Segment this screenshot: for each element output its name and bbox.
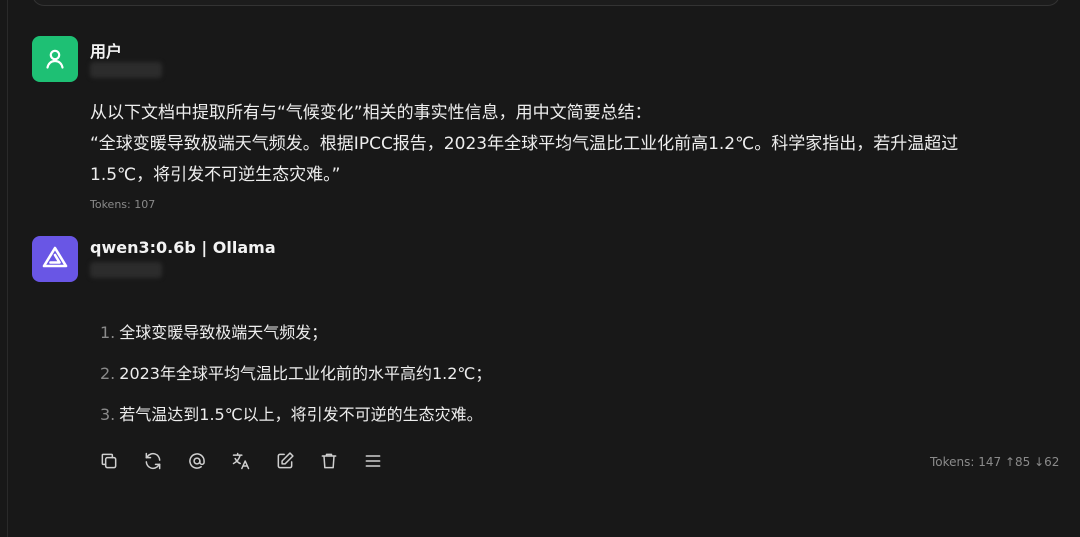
mention-icon (189, 453, 205, 469)
message-toolbar (96, 448, 386, 474)
list-item: 2. 2023年全球平均气温比工业化前的水平高约1.2℃； (100, 364, 492, 383)
menu-icon (365, 455, 381, 467)
user-icon (46, 49, 64, 69)
list-item: 1. 全球变暖导致极端天气频发； (100, 323, 328, 342)
assistant-name: qwen3:0.6b | Ollama (90, 238, 276, 257)
translate-icon (232, 452, 250, 470)
assistant-avatar (32, 236, 78, 282)
answer-list: 1. 全球变暖导致极端天气频发； 2. 2023年全球平均气温比工业化前的水平高约1… (100, 321, 491, 444)
qwen-logo-icon (42, 246, 68, 268)
user-message: 用户 从以下文档中提取所有与“气候变化”相关的事实性信息，用中文简要总结： “全… (32, 36, 1032, 226)
assistant-timestamp-blurred (90, 262, 162, 278)
user-timestamp-blurred (90, 62, 162, 78)
translate-button[interactable] (228, 448, 254, 474)
regenerate-icon (145, 452, 161, 470)
top-input-box[interactable] (32, 0, 1060, 6)
list-item: 3. 若气温达到1.5℃以上，将引发不可逆的生态灾难。 (100, 405, 483, 424)
user-name: 用户 (90, 42, 123, 61)
user-text-line: 1.5℃，将引发不可逆生态灾难。” (90, 165, 341, 185)
regenerate-button[interactable] (140, 448, 166, 474)
assistant-message: qwen3:0.6b | Ollama 1. 全球变暖导致极端天气频发； 2. 20… (32, 236, 1062, 496)
edit-button[interactable] (272, 448, 298, 474)
sidebar-edge (0, 0, 8, 537)
user-avatar (32, 36, 78, 82)
user-message-text: 从以下文档中提取所有与“气候变化”相关的事实性信息，用中文简要总结： “全球变暖… (90, 98, 1020, 191)
copy-button[interactable] (96, 448, 122, 474)
delete-button[interactable] (316, 448, 342, 474)
user-token-count: Tokens: 107 (90, 198, 156, 211)
user-text-line: 从以下文档中提取所有与“气候变化”相关的事实性信息，用中文简要总结： (90, 103, 652, 123)
assistant-token-count: Tokens: 147 ↑85 ↓62 (930, 455, 1060, 469)
copy-icon (101, 453, 117, 469)
more-menu-button[interactable] (360, 448, 386, 474)
edit-icon (277, 452, 294, 469)
delete-icon (321, 453, 337, 469)
user-text-line: “全球变暖导致极端天气频发。根据IPCC报告，2023年全球平均气温比工业化前高… (90, 134, 959, 154)
mention-button[interactable] (184, 448, 210, 474)
